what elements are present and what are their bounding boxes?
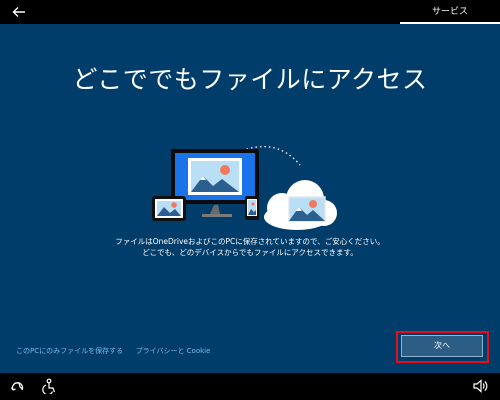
ease-of-access-icon[interactable]	[10, 378, 26, 394]
accessibility-icon[interactable]	[42, 378, 58, 394]
volume-icon[interactable]	[472, 378, 488, 394]
cloud-icon	[264, 180, 337, 230]
bottom-bar	[0, 373, 500, 400]
back-arrow-icon[interactable]	[10, 3, 28, 21]
page-title: どこででもファイルにアクセス	[72, 65, 428, 94]
tab-services[interactable]: サービス	[400, 0, 500, 24]
main-panel: どこででもファイルにアクセス ファイルはOneDriveおよびこのPCに保存され…	[0, 24, 500, 373]
description: ファイルはOneDriveおよびこのPCに保存されていますので、ご安心ください。…	[60, 236, 440, 258]
save-local-link[interactable]: このPCにのみファイルを保存する	[16, 347, 123, 355]
onedrive-illustration	[152, 146, 337, 230]
top-bar: サービス	[0, 0, 500, 24]
next-button[interactable]: 次へ	[401, 335, 483, 357]
privacy-cookie-link[interactable]: プライバシーと Cookie	[136, 347, 211, 355]
description-line-1: ファイルはOneDriveおよびこのPCに保存されていますので、ご安心ください。	[115, 237, 385, 246]
footer-links: このPCにのみファイルを保存する プライバシーと Cookie	[16, 346, 210, 356]
description-line-2: どこでも、どのデバイスからでもファイルにアクセスできます。	[142, 248, 358, 257]
